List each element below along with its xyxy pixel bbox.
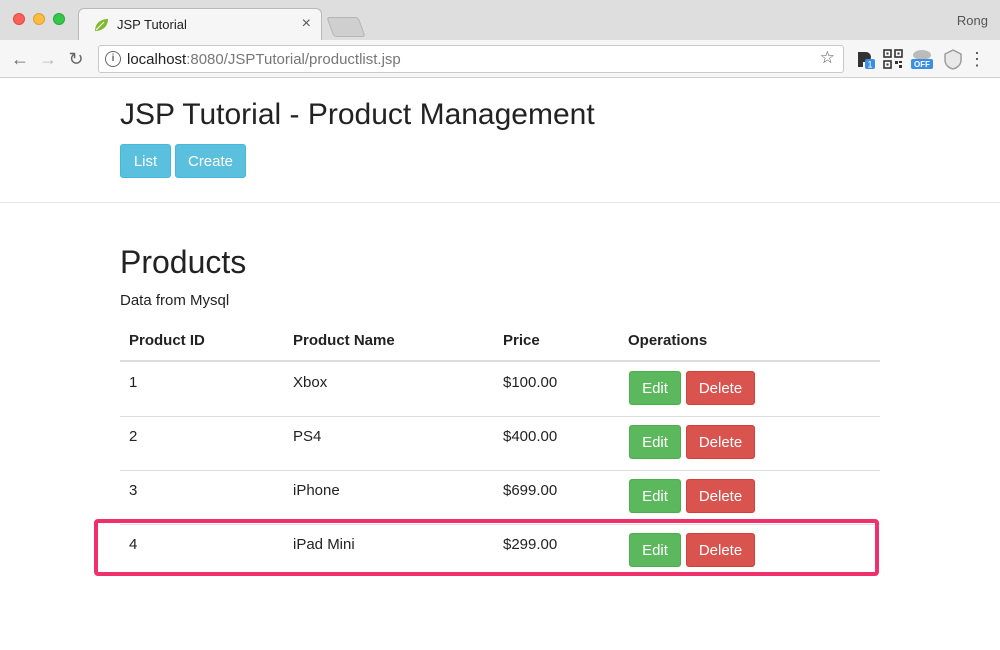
forward-arrow-icon[interactable]: →: [38, 49, 58, 69]
price-cell: $699.00: [503, 482, 558, 499]
table-row: 2 PS4 $400.00 Edit Delete: [120, 416, 880, 471]
extension-off-label: OFF: [914, 60, 930, 69]
url-text[interactable]: localhost:8080/JSPTutorial/productlist.j…: [127, 51, 401, 68]
delete-button[interactable]: Delete: [686, 479, 755, 513]
url-path: :8080/JSPTutorial/productlist.jsp: [186, 51, 401, 68]
more-menu-icon[interactable]: ⋮: [968, 49, 986, 69]
tab-title: JSP Tutorial: [117, 17, 187, 32]
info-icon[interactable]: i: [105, 51, 121, 67]
edit-button[interactable]: Edit: [629, 371, 681, 405]
new-tab-button[interactable]: [326, 17, 366, 37]
app-title: JSP Tutorial - Product Management: [120, 98, 595, 131]
product-id-cell: 1: [129, 374, 138, 391]
browser-tab[interactable]: JSP Tutorial ×: [78, 8, 322, 40]
delete-button[interactable]: Delete: [686, 425, 755, 459]
column-header-product-id: Product ID: [129, 332, 205, 349]
column-header-price: Price: [503, 332, 540, 349]
minimize-window-button[interactable]: [33, 13, 45, 25]
products-heading: Products: [120, 244, 247, 280]
edit-button[interactable]: Edit: [629, 479, 681, 513]
bookmark-star-icon[interactable]: ☆: [820, 48, 835, 68]
browser-titlebar: JSP Tutorial × Rong: [0, 0, 1000, 40]
price-cell: $100.00: [503, 374, 558, 391]
product-id-cell: 2: [129, 428, 138, 445]
shield-icon[interactable]: [942, 48, 964, 70]
delete-button[interactable]: Delete: [686, 371, 755, 405]
tab-close-icon[interactable]: ×: [302, 15, 311, 33]
column-header-operations: Operations: [628, 332, 708, 349]
table-row: 3 iPhone $699.00 Edit Delete: [120, 470, 880, 525]
product-name-cell: PS4: [293, 428, 322, 445]
url-host: localhost: [127, 51, 187, 68]
create-button[interactable]: Create: [175, 144, 246, 178]
ad-blocker-off-icon[interactable]: OFF: [910, 48, 934, 70]
table-row: 1 Xbox $100.00 Edit Delete: [120, 362, 880, 417]
back-arrow-icon[interactable]: ←: [10, 49, 30, 69]
extension-badge: 1: [867, 60, 872, 70]
list-button[interactable]: List: [120, 144, 171, 178]
extension-icon[interactable]: 1: [854, 48, 876, 70]
close-window-button[interactable]: [13, 13, 25, 25]
qr-code-icon[interactable]: [882, 48, 904, 70]
browser-toolbar: ← → ↻ i localhost:8080/JSPTutorial/produ…: [0, 40, 1000, 78]
reload-icon[interactable]: ↻: [66, 49, 86, 69]
price-cell: $400.00: [503, 428, 558, 445]
profile-name[interactable]: Rong: [957, 13, 988, 28]
address-bar[interactable]: i localhost:8080/JSPTutorial/productlist…: [98, 45, 844, 73]
product-id-cell: 3: [129, 482, 138, 499]
product-name-cell: iPhone: [293, 482, 340, 499]
data-source-text: Data from Mysql: [120, 292, 230, 309]
maximize-window-button[interactable]: [53, 13, 65, 25]
product-name-cell: Xbox: [293, 374, 328, 391]
leaf-icon: [95, 19, 108, 31]
column-header-product-name: Product Name: [293, 332, 395, 349]
edit-button[interactable]: Edit: [629, 425, 681, 459]
page-header: JSP Tutorial - Product Management List C…: [0, 78, 1000, 203]
row-highlight-box: [94, 519, 879, 576]
